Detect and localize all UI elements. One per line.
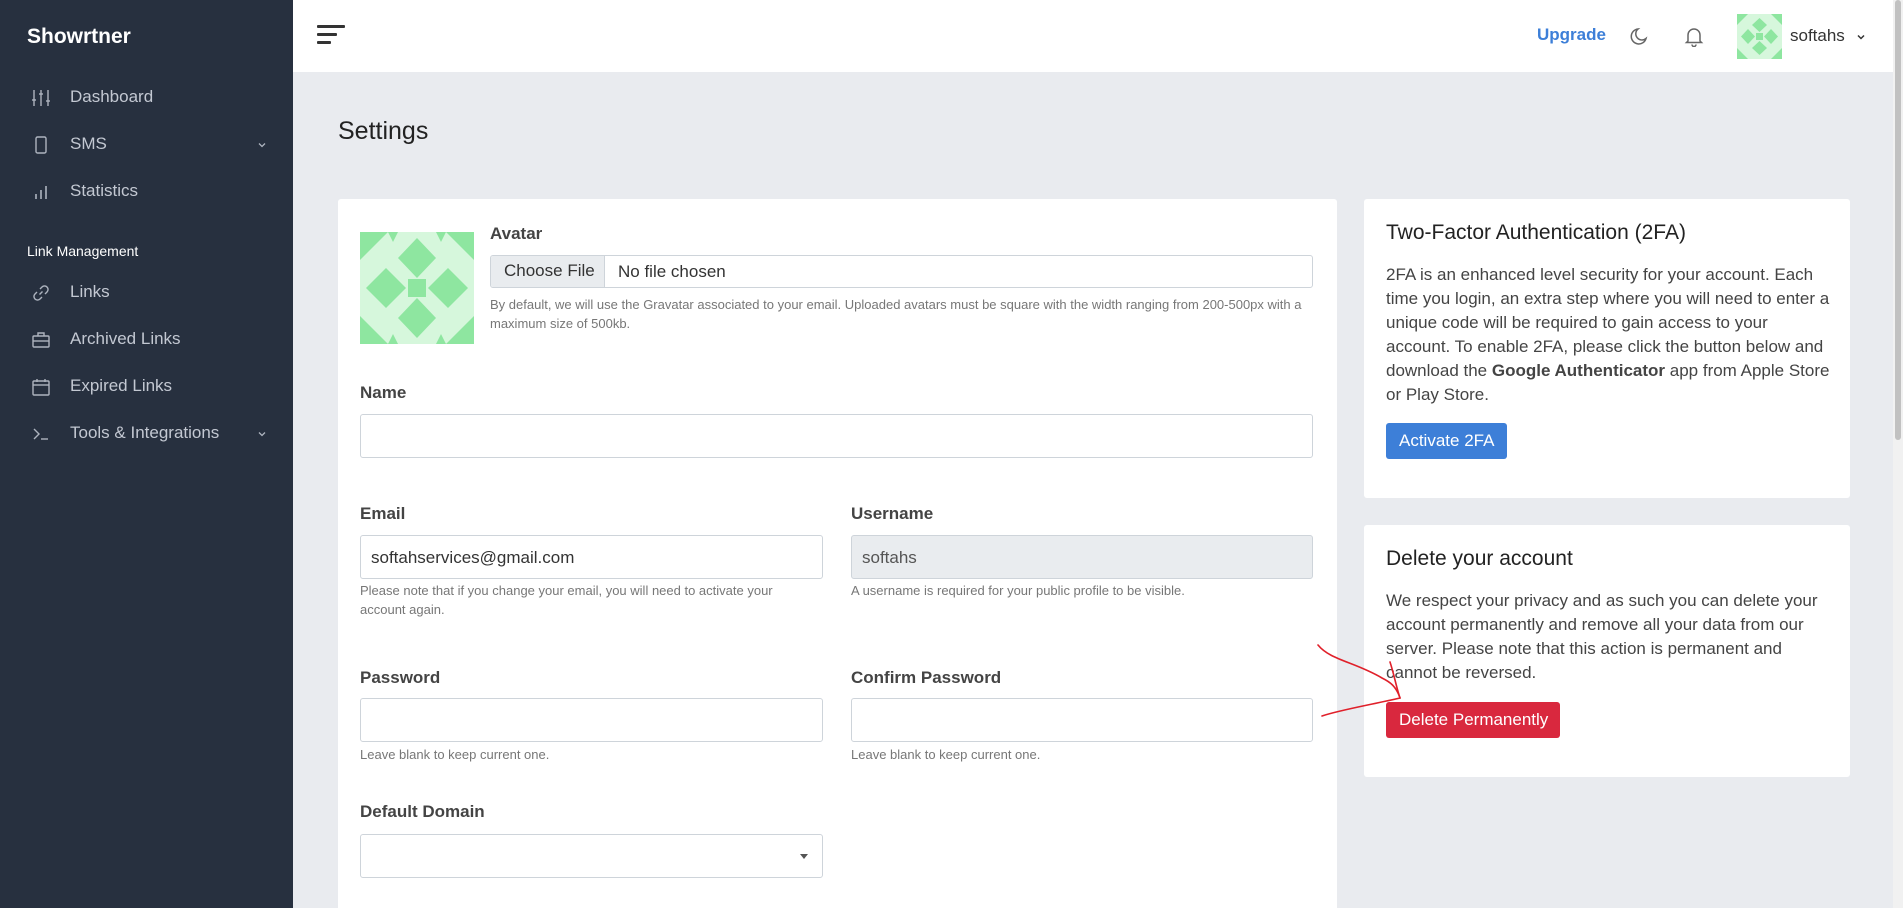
confirm-password-help-text: Leave blank to keep current one. bbox=[851, 747, 1041, 762]
sidebar-item-archived-links[interactable]: Archived Links bbox=[0, 319, 293, 359]
phone-icon bbox=[31, 135, 51, 155]
sidebar-item-sms[interactable]: SMS bbox=[0, 124, 293, 164]
avatar-help-text: By default, we will use the Gravatar ass… bbox=[490, 297, 1302, 331]
sidebar-item-label: Statistics bbox=[70, 181, 139, 200]
confirm-password-label: Confirm Password bbox=[851, 668, 1002, 687]
email-label: Email bbox=[360, 504, 406, 523]
name-field[interactable] bbox=[360, 414, 1313, 458]
bar-chart-icon bbox=[31, 182, 51, 202]
annotation-arrow-icon bbox=[1310, 640, 1410, 720]
avatar-preview bbox=[360, 232, 474, 344]
choose-file-button[interactable]: Choose File bbox=[491, 256, 605, 287]
email-help-text: Please note that if you change your emai… bbox=[360, 583, 773, 617]
username-help-text: A username is required for your public p… bbox=[851, 583, 1185, 598]
two-factor-description: 2FA is an enhanced level security for yo… bbox=[1386, 263, 1836, 407]
sidebar-item-dashboard[interactable]: Dashboard bbox=[0, 77, 293, 117]
delete-account-title: Delete your account bbox=[1386, 547, 1573, 570]
sidebar-item-statistics[interactable]: Statistics bbox=[0, 171, 293, 211]
sidebar-item-links[interactable]: Links bbox=[0, 272, 293, 312]
hamburger-menu-icon[interactable] bbox=[317, 24, 345, 46]
top-bar: Upgrade softahs bbox=[293, 0, 1903, 72]
delete-account-description: We respect your privacy and as such you … bbox=[1386, 591, 1818, 682]
page-title: Settings bbox=[338, 117, 429, 145]
scrollbar-thumb[interactable] bbox=[1895, 0, 1901, 440]
sliders-icon bbox=[31, 88, 51, 108]
brand-logo[interactable]: Showrtner bbox=[27, 25, 131, 49]
user-avatar[interactable] bbox=[1737, 14, 1782, 59]
terminal-icon bbox=[31, 424, 51, 444]
password-field[interactable] bbox=[360, 698, 823, 742]
avatar-label: Avatar bbox=[490, 224, 543, 243]
file-status: No file chosen bbox=[618, 262, 726, 281]
name-label: Name bbox=[360, 383, 407, 402]
confirm-password-field[interactable] bbox=[851, 698, 1313, 742]
delete-account-card: Delete your account We respect your priv… bbox=[1364, 525, 1850, 777]
sidebar-item-label: Tools & Integrations bbox=[70, 423, 220, 442]
password-help-text: Leave blank to keep current one. bbox=[360, 747, 550, 762]
sidebar-item-label: Expired Links bbox=[70, 376, 173, 395]
username-label: Username bbox=[851, 504, 934, 523]
chevron-down-icon[interactable] bbox=[1855, 30, 1867, 42]
activate-2fa-button[interactable]: Activate 2FA bbox=[1386, 423, 1507, 459]
sidebar-item-label: Dashboard bbox=[70, 87, 154, 106]
sidebar: Showrtner Dashboard SMS Statistics Link bbox=[0, 0, 293, 908]
email-field[interactable]: softahservices@gmail.com bbox=[360, 535, 823, 579]
username-field: softahs bbox=[851, 535, 1313, 579]
sidebar-item-expired-links[interactable]: Expired Links bbox=[0, 366, 293, 406]
two-factor-card: Two-Factor Authentication (2FA) 2FA is a… bbox=[1364, 199, 1850, 498]
two-factor-title: Two-Factor Authentication (2FA) bbox=[1386, 221, 1686, 244]
user-name[interactable]: softahs bbox=[1790, 26, 1845, 46]
default-domain-label: Default Domain bbox=[360, 802, 485, 821]
caret-down-icon bbox=[800, 854, 808, 859]
avatar-file-input[interactable]: Choose File No file chosen bbox=[490, 255, 1313, 288]
bell-icon[interactable] bbox=[1683, 25, 1705, 48]
archive-icon bbox=[31, 330, 51, 350]
sidebar-item-label: Links bbox=[70, 282, 110, 301]
section-label-link-management: Link Management bbox=[27, 243, 139, 259]
sidebar-item-tools-integrations[interactable]: Tools & Integrations bbox=[0, 413, 293, 453]
link-icon bbox=[31, 283, 51, 303]
sidebar-item-label: SMS bbox=[70, 134, 107, 153]
sidebar-item-label: Archived Links bbox=[70, 329, 181, 348]
calendar-icon bbox=[31, 377, 51, 397]
moon-icon[interactable] bbox=[1629, 25, 1651, 47]
upgrade-link[interactable]: Upgrade bbox=[1537, 25, 1606, 45]
chevron-down-icon bbox=[256, 138, 268, 150]
delete-permanently-button[interactable]: Delete Permanently bbox=[1386, 702, 1560, 738]
password-label: Password bbox=[360, 668, 441, 687]
default-domain-select[interactable] bbox=[360, 834, 823, 878]
profile-settings-card: Avatar Choose File No file chosen By def… bbox=[338, 199, 1337, 908]
google-authenticator-text: Google Authenticator bbox=[1491, 361, 1666, 380]
chevron-down-icon bbox=[256, 427, 268, 439]
